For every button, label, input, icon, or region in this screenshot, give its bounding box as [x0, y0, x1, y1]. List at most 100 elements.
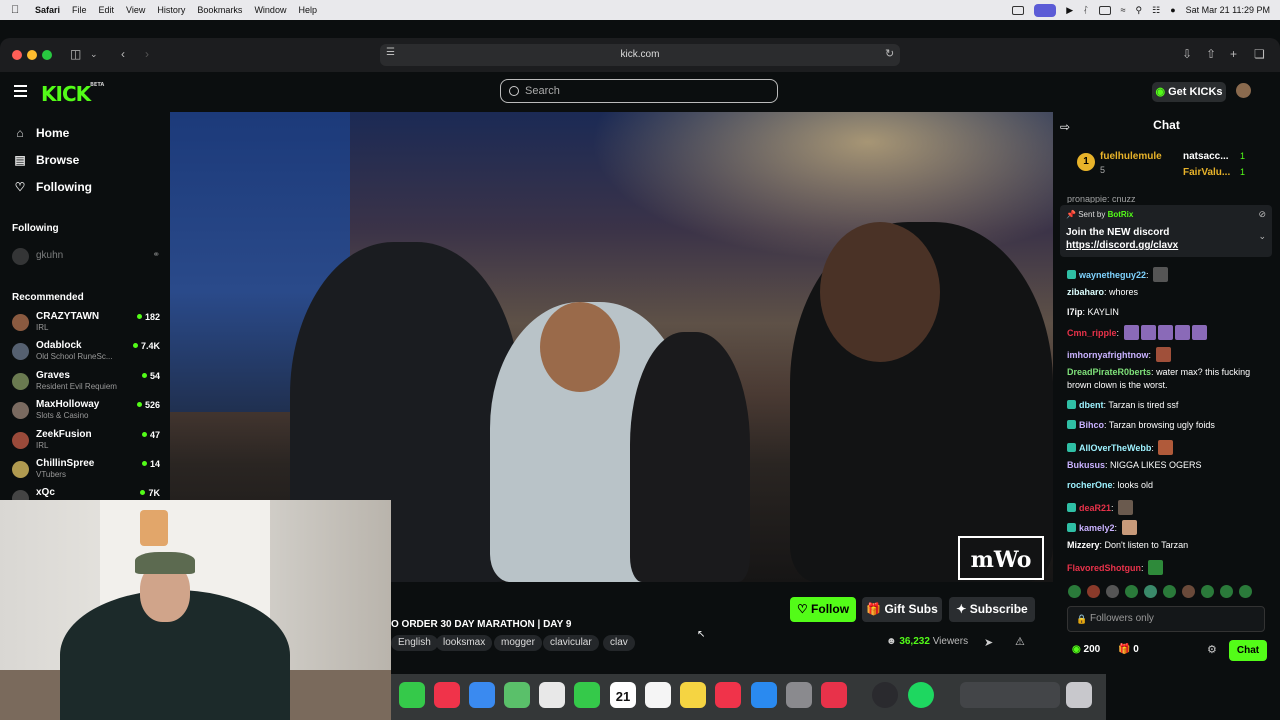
user-avatar[interactable] — [1236, 83, 1251, 98]
emote-icon[interactable] — [1239, 585, 1252, 598]
search-input[interactable]: Search — [500, 79, 778, 103]
sidebar-item-following[interactable]: ♡ Following — [14, 180, 92, 194]
spotlight-search-icon[interactable]: ⚲ — [1136, 5, 1143, 16]
following-channel[interactable]: gkuhn ⚭ — [12, 248, 160, 274]
pinned-message[interactable]: 📌 Sent by BotRix Join the NEW discord ht… — [1060, 205, 1272, 257]
chevron-down-icon[interactable]: ⌄ — [90, 49, 98, 60]
chevron-down-icon[interactable]: ⌄ — [1258, 231, 1266, 242]
menu-view[interactable]: View — [126, 5, 145, 15]
kicks-balance[interactable]: ◉ 200 — [1072, 644, 1100, 655]
chat-username[interactable]: Mizzery — [1067, 540, 1100, 550]
sidebar-toggle-icon[interactable]: ◫ — [70, 47, 81, 61]
tag-looksmax[interactable]: looksmax — [436, 635, 493, 651]
siri-icon[interactable]: ● — [1170, 5, 1175, 15]
recent-apps[interactable] — [960, 682, 1060, 708]
emote-icon[interactable] — [1163, 585, 1176, 598]
chat-input[interactable]: 🔒 Followers only — [1067, 606, 1265, 632]
downloads-icon[interactable]: ⇩ — [1182, 47, 1192, 61]
obs-app-icon[interactable] — [872, 682, 898, 708]
screen-icon[interactable] — [1012, 5, 1025, 15]
chat-username[interactable]: waynetheguy22 — [1079, 270, 1146, 280]
gift-balance[interactable]: 🎁 0 — [1118, 644, 1139, 655]
new-tab-icon[interactable]: + — [1230, 47, 1237, 61]
tag-english[interactable]: English — [391, 635, 438, 651]
menu-bookmarks[interactable]: Bookmarks — [197, 5, 242, 15]
chat-username[interactable]: Cmn_ripple — [1067, 328, 1117, 338]
unpin-icon[interactable]: ⊘ — [1258, 209, 1266, 220]
menu-file[interactable]: File — [72, 5, 87, 15]
chat-username[interactable]: kamely2 — [1079, 523, 1115, 533]
chat-username[interactable]: DreadPirateR0berts — [1067, 367, 1151, 377]
menu-history[interactable]: History — [157, 5, 185, 15]
emote-icon[interactable] — [1201, 585, 1214, 598]
chat-settings-icon[interactable]: ⚙ — [1207, 643, 1217, 656]
calendar-app-icon[interactable]: 21 — [610, 682, 636, 708]
acrobat-app-icon[interactable] — [821, 682, 847, 708]
recommended-channel[interactable]: MaxHolloway Slots & Casino 526 — [12, 399, 160, 425]
gift-subs-button[interactable]: 🎁 Gift Subs — [862, 597, 942, 622]
apple-icon[interactable]:  — [11, 4, 25, 16]
reminders-app-icon[interactable] — [645, 682, 671, 708]
minimize-window-icon[interactable] — [27, 50, 37, 60]
follow-button[interactable]: ♡ Follow — [790, 597, 856, 622]
news-app-icon[interactable] — [715, 682, 741, 708]
trash-icon[interactable] — [1066, 682, 1092, 708]
gifter-name[interactable]: fuelhulemule — [1100, 151, 1162, 162]
hamburger-menu-icon[interactable] — [14, 85, 27, 100]
notes-app-icon[interactable] — [680, 682, 706, 708]
tag-mogger[interactable]: mogger — [494, 635, 542, 651]
get-kicks-button[interactable]: ◉ Get KICKs — [1152, 82, 1226, 102]
photos-app-icon[interactable] — [539, 682, 565, 708]
facetime-app-icon[interactable] — [574, 682, 600, 708]
tag-clavicular[interactable]: clavicular — [543, 635, 599, 651]
kick-logo[interactable]: KICKBETA — [41, 82, 104, 106]
wifi-icon[interactable]: ≈ — [1121, 5, 1126, 15]
sidebar-item-home[interactable]: ⌂ Home — [14, 126, 69, 140]
share-icon[interactable]: ⇧ — [1206, 47, 1216, 61]
chat-username[interactable]: dbent — [1079, 400, 1104, 410]
mail-app-icon[interactable] — [469, 682, 495, 708]
emote-icon[interactable] — [1106, 585, 1119, 598]
bluetooth-icon[interactable]: ᛮ — [1083, 5, 1088, 15]
address-bar[interactable]: kick.com — [380, 44, 900, 66]
gifter-name[interactable]: FairValu... — [1183, 167, 1230, 178]
recommended-channel[interactable]: CRAZYTAWN IRL 182 — [12, 311, 160, 337]
chat-username[interactable]: l7ip — [1067, 307, 1083, 317]
pinned-link[interactable]: https://discord.gg/clavx — [1066, 240, 1178, 251]
zoom-window-icon[interactable] — [42, 50, 52, 60]
chat-username[interactable]: FlavoredShotgun — [1067, 563, 1141, 573]
emote-icon[interactable] — [1125, 585, 1138, 598]
reload-icon[interactable]: ↻ — [885, 47, 894, 60]
spotify-app-icon[interactable] — [908, 682, 934, 708]
tag-clav[interactable]: clav — [603, 635, 635, 651]
controlcenter-pill-icon[interactable] — [1034, 3, 1057, 17]
messages-app-icon[interactable] — [399, 682, 425, 708]
page-menu-icon[interactable]: ☰ — [386, 47, 395, 58]
back-icon[interactable]: ‹ — [121, 47, 125, 61]
close-window-icon[interactable] — [12, 50, 22, 60]
chat-username[interactable]: imhornyafrightnow — [1067, 350, 1149, 360]
music-app-icon[interactable] — [434, 682, 460, 708]
app-store-icon[interactable] — [751, 682, 777, 708]
clock[interactable]: Sat Mar 21 11:29 PM — [1186, 5, 1270, 15]
recommended-channel[interactable]: xQc 7K — [12, 487, 160, 500]
emote-icon[interactable] — [1144, 585, 1157, 598]
system-settings-icon[interactable] — [786, 682, 812, 708]
chat-username[interactable]: rocherOne — [1067, 480, 1113, 490]
emote-icon[interactable] — [1182, 585, 1195, 598]
subscribe-button[interactable]: ✦ Subscribe — [949, 597, 1035, 622]
menu-edit[interactable]: Edit — [99, 5, 115, 15]
chat-username[interactable]: AllOverTheWebb — [1079, 443, 1151, 453]
tab-overview-icon[interactable]: ❏ — [1254, 47, 1265, 61]
menu-help[interactable]: Help — [298, 5, 317, 15]
chat-send-button[interactable]: Chat — [1229, 640, 1267, 661]
report-icon[interactable]: ⚠ — [1015, 635, 1025, 648]
chat-username[interactable]: Bihco — [1079, 420, 1104, 430]
menu-window[interactable]: Window — [254, 5, 286, 15]
recommended-channel[interactable]: Graves Resident Evil Requiem 54 — [12, 370, 160, 396]
chat-username[interactable]: deaR21 — [1079, 503, 1111, 513]
gifter-name[interactable]: natsacc... — [1183, 151, 1229, 162]
emote-icon[interactable] — [1068, 585, 1081, 598]
chat-username[interactable]: zibaharo — [1067, 287, 1104, 297]
menu-app[interactable]: Safari — [35, 5, 60, 15]
